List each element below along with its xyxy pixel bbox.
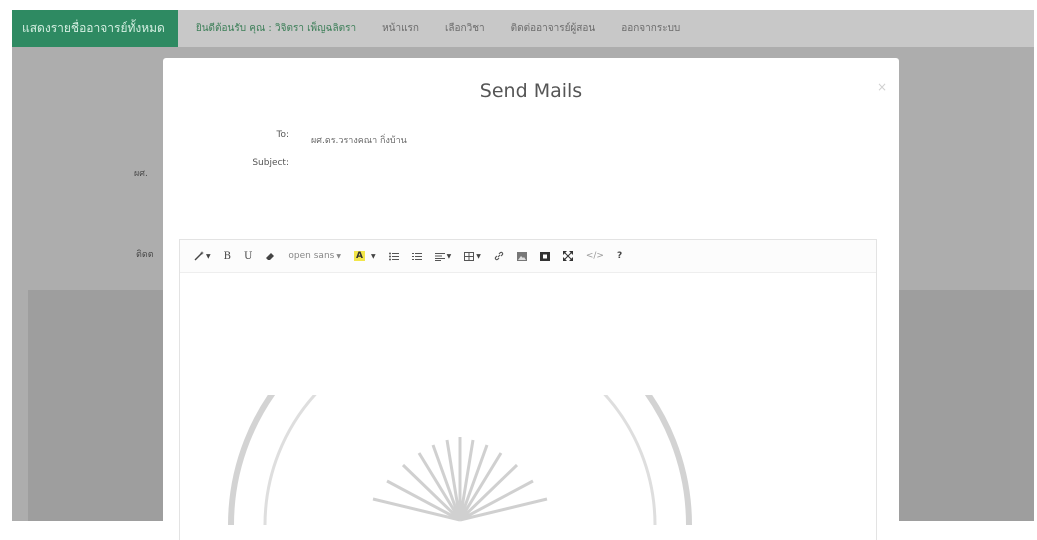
code-view-icon[interactable]: </> bbox=[586, 251, 604, 261]
eraser-icon[interactable] bbox=[265, 251, 275, 261]
unordered-list-icon[interactable] bbox=[388, 252, 399, 261]
fullscreen-icon[interactable] bbox=[562, 251, 573, 261]
close-icon[interactable]: × bbox=[877, 80, 887, 94]
link-icon[interactable] bbox=[494, 251, 504, 261]
watermark-seal-icon bbox=[228, 395, 692, 525]
background-name-label: ผศ. bbox=[134, 169, 148, 179]
font-color-icon[interactable]: A ▼ bbox=[353, 251, 376, 261]
modal-title: Send Mails bbox=[479, 80, 583, 102]
welcome-text: ยินดีต้อนรับ คุณ : วิจิตรา เพ็ญฉลิตรา bbox=[195, 23, 357, 34]
bold-icon[interactable]: B bbox=[224, 251, 231, 262]
table-icon[interactable]: ▼ bbox=[464, 251, 481, 261]
subject-input[interactable] bbox=[299, 154, 859, 174]
nav-contact-teacher[interactable]: ติดต่ออาจารย์ผู้สอน bbox=[511, 21, 596, 36]
help-icon[interactable]: ? bbox=[617, 251, 622, 261]
brand-link[interactable]: แสดงรายชื่ออาจารย์ทั้งหมด bbox=[12, 10, 178, 47]
picture-icon[interactable] bbox=[516, 251, 527, 261]
video-icon[interactable] bbox=[539, 251, 550, 261]
to-field[interactable]: ผศ.ดร.วรางคณา กิ่งบ้าน bbox=[311, 133, 407, 147]
align-icon[interactable]: ▼ bbox=[434, 252, 451, 261]
font-family-label: open sans bbox=[288, 251, 335, 261]
nav-home[interactable]: หน้าแรก bbox=[382, 21, 419, 36]
font-family-dropdown[interactable]: open sans ▼ bbox=[288, 251, 341, 261]
to-label: To: bbox=[276, 130, 289, 140]
underline-icon[interactable]: U bbox=[244, 251, 252, 262]
background-contact-label: ติดต bbox=[136, 250, 154, 260]
nav-logout[interactable]: ออกจากระบบ bbox=[621, 21, 680, 36]
nav-select-course[interactable]: เลือกวิชา bbox=[445, 21, 485, 36]
ordered-list-icon[interactable] bbox=[411, 252, 422, 261]
editor-toolbar: ▼ B U open sans ▼ A ▼ ▼ ▼ </> ? bbox=[180, 240, 876, 273]
top-navbar: แสดงรายชื่ออาจารย์ทั้งหมด ยินดีต้อนรับ ค… bbox=[12, 10, 1034, 47]
magic-wand-icon[interactable]: ▼ bbox=[194, 251, 211, 261]
subject-label: Subject: bbox=[252, 158, 289, 168]
